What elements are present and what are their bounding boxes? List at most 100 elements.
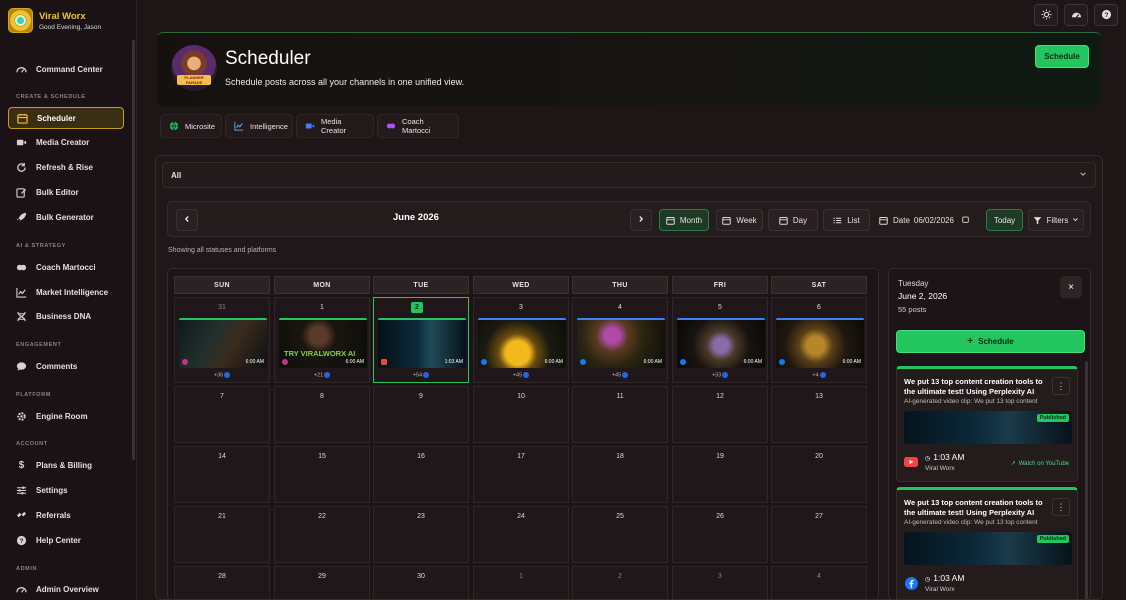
day-cell[interactable]: 15 <box>274 446 370 503</box>
watch-on-youtube-link[interactable]: ↗ Watch on YouTube <box>1011 460 1069 467</box>
weekday-header: SAT <box>771 276 867 294</box>
day-cell[interactable]: 23 <box>373 506 469 563</box>
day-cell[interactable]: 30 <box>373 566 469 599</box>
view-day-button[interactable]: Day <box>768 209 818 231</box>
day-cell[interactable]: 10 <box>473 386 569 443</box>
day-cell[interactable]: 8 <box>274 386 370 443</box>
day-schedule-button[interactable]: + Schedule <box>896 330 1085 353</box>
quick-link-coach-martocci[interactable]: Coach Martocci <box>377 114 459 138</box>
status-badge: Published <box>1036 414 1069 422</box>
sidebar-item-command-center[interactable]: Command Center <box>8 58 124 80</box>
post-card[interactable]: We put 13 top content creation tools to … <box>896 366 1078 482</box>
dashboard-button[interactable] <box>1064 4 1088 26</box>
sidebar-item-business-dna[interactable]: Business DNA <box>8 305 124 327</box>
sidebar-item-engine-room[interactable]: Engine Room <box>8 405 124 427</box>
day-cell[interactable]: 25 <box>572 506 668 563</box>
day-cell[interactable]: 22 <box>274 506 370 563</box>
sidebar-item-settings[interactable]: Settings <box>8 479 124 501</box>
sidebar-item-bulk-editor[interactable]: Bulk Editor <box>8 181 124 203</box>
day-cell[interactable]: 1 <box>473 566 569 599</box>
calendar-picker-icon[interactable] <box>962 216 969 225</box>
post-thumbnail[interactable]: 6:00 AM <box>776 318 864 368</box>
post-menu-button[interactable]: ⋮ <box>1052 377 1070 395</box>
quick-link-intelligence[interactable]: Intelligence <box>225 114 293 138</box>
theme-toggle-button[interactable] <box>1034 4 1058 26</box>
day-cell[interactable]: 13 <box>771 386 867 443</box>
day-cell[interactable]: 3 6:00 AM +45 <box>473 297 569 383</box>
day-cell[interactable]: 24 <box>473 506 569 563</box>
day-cell[interactable]: 11 <box>572 386 668 443</box>
day-cell[interactable]: 7 <box>174 386 270 443</box>
today-button[interactable]: Today <box>986 209 1023 231</box>
day-cell[interactable]: 5 6:00 AM +33 <box>672 297 768 383</box>
sidebar-scrollbar[interactable] <box>132 40 135 460</box>
day-cell[interactable]: 20 <box>771 446 867 503</box>
date-picker-field[interactable]: Date 06/02/2026 <box>875 209 983 231</box>
post-thumbnail[interactable]: 1:03 AM <box>378 318 466 368</box>
sidebar-item-referrals[interactable]: Referrals <box>8 504 124 526</box>
close-panel-button[interactable]: × <box>1060 276 1082 298</box>
help-button[interactable]: ? <box>1094 4 1118 26</box>
sidebar-item-plans-billing[interactable]: $ Plans & Billing <box>8 454 124 476</box>
more-posts-count[interactable]: +45 <box>474 372 568 378</box>
page-header: PLANNER PARADE Scheduler Schedule posts … <box>157 32 1101 106</box>
post-thumbnail[interactable]: 6:00 AM <box>478 318 566 368</box>
day-cell[interactable]: 14 <box>174 446 270 503</box>
day-cell[interactable]: 2 <box>572 566 668 599</box>
post-preview-image[interactable]: Published <box>904 532 1072 565</box>
day-cell[interactable]: 28 <box>174 566 270 599</box>
view-list-button[interactable]: List <box>823 209 870 231</box>
account-filter-select[interactable]: All <box>162 162 1096 188</box>
view-month-button[interactable]: Month <box>659 209 709 231</box>
sidebar-item-coach-martocci[interactable]: Coach Martocci <box>8 256 124 278</box>
post-card[interactable]: We put 13 top content creation tools to … <box>896 487 1078 599</box>
day-cell[interactable]: 9 <box>373 386 469 443</box>
more-posts-count[interactable]: +54 <box>374 372 468 378</box>
more-posts-count[interactable]: +21 <box>275 372 369 378</box>
day-cell[interactable]: 27 <box>771 506 867 563</box>
view-week-button[interactable]: Week <box>716 209 763 231</box>
day-cell[interactable]: 29 <box>274 566 370 599</box>
more-posts-count[interactable]: +45 <box>573 372 667 378</box>
filters-button[interactable]: Filters <box>1028 209 1084 231</box>
post-menu-button[interactable]: ⋮ <box>1052 498 1070 516</box>
more-posts-count[interactable]: +36 <box>175 372 269 378</box>
post-thumbnail[interactable]: 6:00 AM <box>179 318 267 368</box>
panel-scrollbar[interactable] <box>1085 361 1088 599</box>
brand[interactable]: Viral Worx Good Evening, Jason <box>8 8 101 33</box>
day-cell[interactable]: 31 6:00 AM +36 <box>174 297 270 383</box>
day-cell[interactable]: 1 TRY VIRALWORX AI 6:00 AM +21 <box>274 297 370 383</box>
quick-link-microsite[interactable]: Microsite <box>160 114 222 138</box>
sidebar-item-refresh-rise[interactable]: Refresh & Rise <box>8 156 124 178</box>
more-posts-count[interactable]: +33 <box>673 372 767 378</box>
header-schedule-button[interactable]: Schedule <box>1035 45 1089 68</box>
day-cell[interactable]: 26 <box>672 506 768 563</box>
post-thumbnail[interactable]: 6:00 AM <box>677 318 765 368</box>
post-thumbnail[interactable]: TRY VIRALWORX AI 6:00 AM <box>279 318 367 368</box>
more-posts-count[interactable]: +4 <box>772 372 866 378</box>
post-preview-image[interactable]: Published <box>904 411 1072 444</box>
day-cell[interactable]: 18 <box>572 446 668 503</box>
day-cell[interactable]: 6 6:00 AM +4 <box>771 297 867 383</box>
day-cell[interactable]: 12 <box>672 386 768 443</box>
day-cell[interactable]: 4 6:00 AM +45 <box>572 297 668 383</box>
day-cell-today[interactable]: 2 1:03 AM +54 <box>373 297 469 383</box>
sidebar-item-admin-overview[interactable]: Admin Overview <box>8 578 124 600</box>
sidebar-item-market-intelligence[interactable]: Market Intelligence <box>8 281 124 303</box>
sidebar-item-bulk-generator[interactable]: Bulk Generator <box>8 206 124 228</box>
day-cell[interactable]: 19 <box>672 446 768 503</box>
sidebar-item-help-center[interactable]: ? Help Center <box>8 529 124 551</box>
day-cell[interactable]: 4 <box>771 566 867 599</box>
prev-month-button[interactable] <box>176 209 198 231</box>
quick-link-media-creator[interactable]: Media Creator <box>296 114 374 138</box>
next-month-button[interactable] <box>630 209 652 231</box>
day-cell[interactable]: 17 <box>473 446 569 503</box>
sidebar-item-scheduler[interactable]: Scheduler <box>8 107 124 129</box>
facebook-icon <box>580 359 586 365</box>
day-cell[interactable]: 16 <box>373 446 469 503</box>
day-cell[interactable]: 21 <box>174 506 270 563</box>
sidebar-item-media-creator[interactable]: Media Creator <box>8 131 124 153</box>
post-thumbnail[interactable]: 6:00 AM <box>577 318 665 368</box>
sidebar-item-comments[interactable]: Comments <box>8 355 124 377</box>
day-cell[interactable]: 3 <box>672 566 768 599</box>
